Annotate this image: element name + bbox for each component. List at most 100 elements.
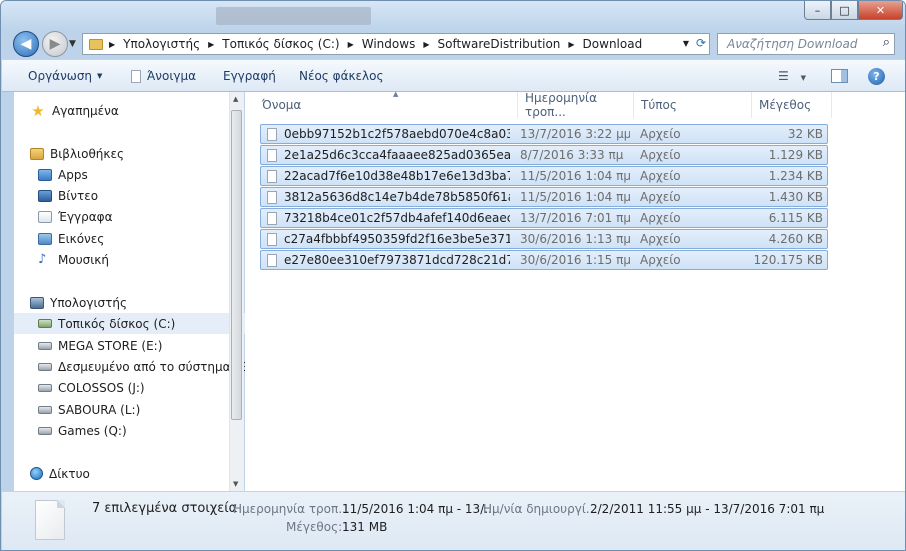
breadcrumb-softwaredistribution[interactable]: SoftwareDistribution [437,37,560,51]
breadcrumb-chevron-icon[interactable]: ▶ [208,40,214,49]
breadcrumb-chevron-icon[interactable]: ▶ [423,40,429,49]
network-globe-icon [30,467,43,480]
title-bar[interactable]: – □ ✕ [1,1,905,31]
open-button[interactable]: Άνοιγμα [131,69,196,83]
search-placeholder: Αναζήτηση Download [727,37,858,51]
open-label: Άνοιγμα [147,69,197,83]
scroll-down-icon[interactable]: ▼ [233,480,238,488]
pictures-library-icon [38,232,52,245]
nav-favorites[interactable]: ★ Αγαπημένα [14,100,245,121]
burn-button[interactable]: Εγγραφή [223,69,276,83]
file-size: 4.260 KB [768,232,823,246]
nav-apps[interactable]: Apps [14,164,253,185]
drive-icon [38,426,52,435]
file-name: e27e80ee310ef7973871dcd728c21d72fcf... [284,253,510,267]
burn-label: Εγγραφή [223,69,276,83]
nav-pictures[interactable]: Εικόνες [14,228,253,249]
nav-music[interactable]: ♪ Μουσική [14,249,253,270]
column-header-name[interactable]: ▲ Όνομα [255,90,518,118]
nav-drive-q[interactable]: Games (Q:) [14,420,253,441]
breadcrumb-local-disk[interactable]: Τοπικός δίσκος (C:) [222,37,339,51]
column-header-date[interactable]: Ημερομηνία τροπ... [518,91,634,119]
refresh-icon[interactable]: ⟳ [696,36,706,50]
nav-drive-g[interactable]: Δεσμευμένο από το σύστημα (G [14,356,253,377]
nav-label: Apps [58,167,88,182]
breadcrumb-chevron-icon[interactable]: ▶ [568,40,574,49]
preview-pane-toggle-icon[interactable] [831,69,848,83]
nav-libraries[interactable]: Βιβλιοθήκες [14,143,245,164]
drive-icon [38,341,52,350]
file-date: 11/5/2016 1:04 πμ [520,190,630,204]
column-label: Όνομα [262,98,302,112]
nav-label: Υπολογιστής [50,295,127,310]
apps-library-icon [38,168,52,181]
file-row[interactable]: 22acad7f6e10d38e48b17e6e13d3ba702c... 11… [260,166,828,186]
column-header-size[interactable]: Μέγεθος [752,92,832,118]
file-row[interactable]: e27e80ee310ef7973871dcd728c21d72fcf... 3… [260,250,828,270]
drive-icon [38,383,52,392]
scroll-up-icon[interactable]: ▲ [233,95,238,103]
navigation-pane-scrollbar[interactable]: ▲ ▼ [229,92,244,491]
selection-count: 7 επιλεγμένα στοιχεία [92,501,238,516]
file-row[interactable]: c27a4fbbbf4950359fd2f16e3be5e3714aa... 3… [260,229,828,249]
file-date: 30/6/2016 1:15 πμ [520,253,630,267]
search-box[interactable]: Αναζήτηση Download ⌕ [717,33,895,55]
recent-pages-dropdown[interactable]: ▼ [69,39,76,49]
file-row[interactable]: 73218b4ce01c2f57db4afef140d6eaec6fd... 1… [260,208,828,228]
nav-label: Δεσμευμένο από το σύστημα (G [58,359,249,374]
new-folder-button[interactable]: Νέος φάκελος [299,69,384,83]
file-row[interactable]: 3812a5636d8c14e7b4de78b5850f61a90f... 11… [260,187,828,207]
new-folder-label: Νέος φάκελος [299,69,384,83]
breadcrumb: ▶ Υπολογιστής ▶ Τοπικός δίσκος (C:) ▶ Wi… [109,37,642,51]
organize-button[interactable]: Οργάνωση ▼ [28,69,102,83]
navigation-pane: ★ Αγαπημένα Βιβλιοθήκες Apps Βίντεο Έγγρ… [14,92,253,491]
chevron-down-icon: ▼ [800,74,806,82]
file-date: 11/5/2016 1:04 πμ [520,169,630,183]
breadcrumb-chevron-icon[interactable]: ▶ [109,40,115,49]
search-icon[interactable]: ⌕ [883,35,890,50]
change-view-button[interactable]: ☰ ▼ [778,69,806,83]
chevron-down-icon: ▼ [97,72,103,80]
help-icon[interactable]: ? [868,68,885,85]
breadcrumb-download[interactable]: Download [583,37,643,51]
breadcrumb-chevron-icon[interactable]: ▶ [348,40,354,49]
navigation-bar: ◀ ▶ ▼ ▶ Υπολογιστής ▶ Τοπικός δίσκος (C:… [1,31,905,59]
nav-drive-j[interactable]: COLOSSOS (J:) [14,377,253,398]
file-size: 120.175 KB [753,253,823,267]
nav-videos[interactable]: Βίντεο [14,185,253,206]
nav-drive-l[interactable]: SABOURA (L:) [14,399,253,420]
file-row[interactable]: 2e1a25d6c3cca4faaaee825ad0365eac23... 8/… [260,145,828,165]
nav-local-disk-c[interactable]: Τοπικός δίσκος (C:) [14,313,253,334]
breadcrumb-windows[interactable]: Windows [362,37,416,51]
nav-network[interactable]: Δίκτυο [14,463,245,484]
file-row[interactable]: 0ebb97152b1c2f578aebd070e4c8a032a2... 13… [260,124,828,144]
sort-ascending-icon: ▲ [393,90,399,98]
nav-label: SABOURA (L:) [58,402,141,417]
file-type: Αρχείο [640,190,681,204]
nav-label: Αγαπημένα [52,103,119,118]
nav-label: Εικόνες [58,231,105,246]
file-name: 3812a5636d8c14e7b4de78b5850f61a90f... [284,190,510,204]
drive-icon [38,405,52,414]
file-icon [267,212,277,225]
back-button[interactable]: ◀ [13,31,39,57]
nav-label: COLOSSOS (J:) [58,380,145,395]
nav-drive-e[interactable]: MEGA STORE (E:) [14,335,253,356]
document-icon [131,69,141,83]
file-date: 13/7/2016 7:01 πμ [520,211,630,225]
file-name: 73218b4ce01c2f57db4afef140d6eaec6fd... [284,211,510,225]
maximize-button[interactable]: □ [831,1,858,20]
breadcrumb-computer[interactable]: Υπολογιστής [123,37,200,51]
close-button[interactable]: ✕ [858,1,903,20]
nav-computer[interactable]: Υπολογιστής [14,292,245,313]
forward-button[interactable]: ▶ [42,31,68,57]
column-header-type[interactable]: Τύπος [634,92,752,118]
address-bar[interactable]: ▶ Υπολογιστής ▶ Τοπικός δίσκος (C:) ▶ Wi… [82,33,710,55]
address-dropdown-icon[interactable]: ▼ [683,39,689,48]
column-label: Ημερομηνία τροπ... [525,91,598,119]
minimize-button[interactable]: – [804,1,831,20]
nav-documents[interactable]: Έγγραφα [14,206,253,227]
file-date: 13/7/2016 3:22 μμ [520,127,630,141]
window-title-blurred [216,7,371,25]
scrollbar-thumb[interactable] [231,110,242,420]
